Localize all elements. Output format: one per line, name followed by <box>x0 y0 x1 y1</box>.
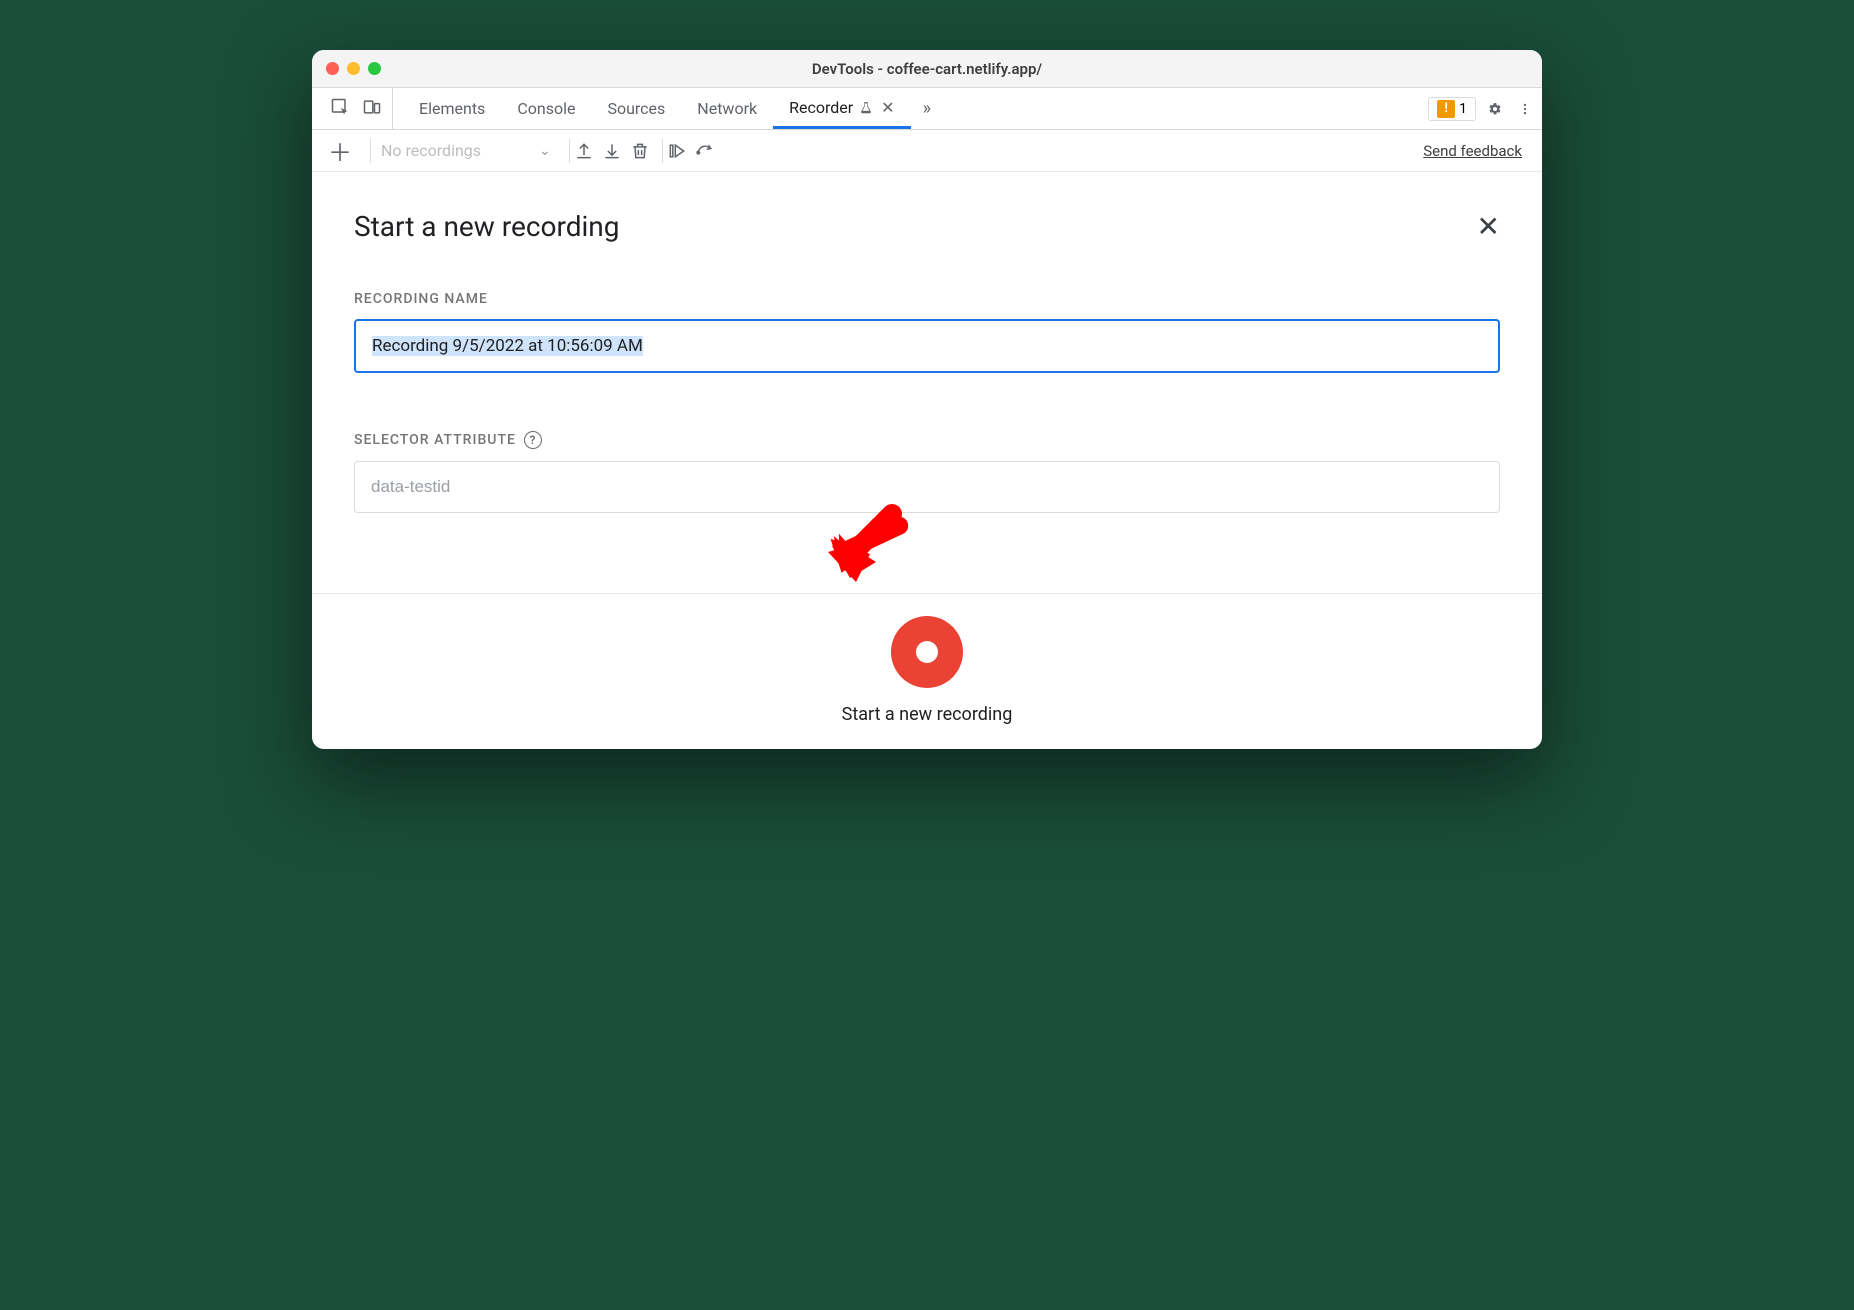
tab-recorder[interactable]: Recorder ✕ <box>773 88 910 129</box>
divider <box>662 139 663 163</box>
tab-network[interactable]: Network <box>681 88 773 129</box>
record-dot-icon <box>916 641 938 663</box>
recording-name-value: Recording 9/5/2022 at 10:56:09 AM <box>372 336 643 356</box>
close-tab-icon[interactable]: ✕ <box>881 98 894 117</box>
chevron-down-icon: ⌄ <box>539 143 551 159</box>
close-window-button[interactable] <box>326 62 339 75</box>
divider <box>569 139 570 163</box>
titlebar: DevTools - coffee-cart.netlify.app/ <box>312 50 1542 88</box>
more-tabs-button[interactable]: » <box>911 88 943 129</box>
help-icon[interactable]: ? <box>524 431 542 449</box>
selector-attribute-label: SELECTOR ATTRIBUTE <box>354 432 516 448</box>
recording-name-input[interactable]: Recording 9/5/2022 at 10:56:09 AM <box>354 319 1500 373</box>
kebab-menu-icon[interactable] <box>1514 98 1536 120</box>
start-recording-label: Start a new recording <box>842 704 1013 725</box>
record-button[interactable] <box>891 616 963 688</box>
issues-count: 1 <box>1459 101 1467 117</box>
panel-heading: Start a new recording <box>354 210 619 243</box>
delete-icon[interactable] <box>630 141 650 161</box>
start-recording-section: Start a new recording <box>312 593 1542 749</box>
maximize-window-button[interactable] <box>368 62 381 75</box>
close-panel-button[interactable]: ✕ <box>1477 210 1500 243</box>
tab-console[interactable]: Console <box>501 88 591 129</box>
traffic-lights <box>326 62 381 75</box>
recording-name-label: RECORDING NAME <box>354 291 1500 307</box>
selector-attribute-input[interactable] <box>354 461 1500 513</box>
recording-selector[interactable]: No recordings ⌄ <box>375 141 557 160</box>
issues-badge[interactable]: ! 1 <box>1428 97 1476 121</box>
add-recording-button[interactable]: ＋ <box>322 133 358 168</box>
recording-selector-label: No recordings <box>381 141 481 160</box>
recorder-toolbar: ＋ No recordings ⌄ Send feedback <box>312 130 1542 172</box>
panel-tabs-row: Elements Console Sources Network Recorde… <box>312 88 1542 130</box>
send-feedback-link[interactable]: Send feedback <box>1423 142 1522 160</box>
warning-icon: ! <box>1437 100 1455 118</box>
window-title: DevTools - coffee-cart.netlify.app/ <box>326 60 1528 78</box>
export-icon[interactable] <box>574 141 594 161</box>
annotation-arrow-icon <box>822 502 912 592</box>
settings-icon[interactable] <box>1484 98 1506 120</box>
device-toolbar-icon[interactable] <box>362 97 382 121</box>
tab-elements[interactable]: Elements <box>403 88 501 129</box>
minimize-window-button[interactable] <box>347 62 360 75</box>
import-icon[interactable] <box>602 141 622 161</box>
flask-icon <box>859 100 873 114</box>
divider <box>370 139 371 163</box>
devtools-window: DevTools - coffee-cart.netlify.app/ Elem… <box>312 50 1542 749</box>
tab-sources[interactable]: Sources <box>591 88 681 129</box>
recorder-panel-content: Start a new recording ✕ RECORDING NAME R… <box>312 172 1542 593</box>
step-icon[interactable] <box>695 141 715 161</box>
inspect-element-icon[interactable] <box>330 97 350 121</box>
replay-icon[interactable] <box>667 141 687 161</box>
